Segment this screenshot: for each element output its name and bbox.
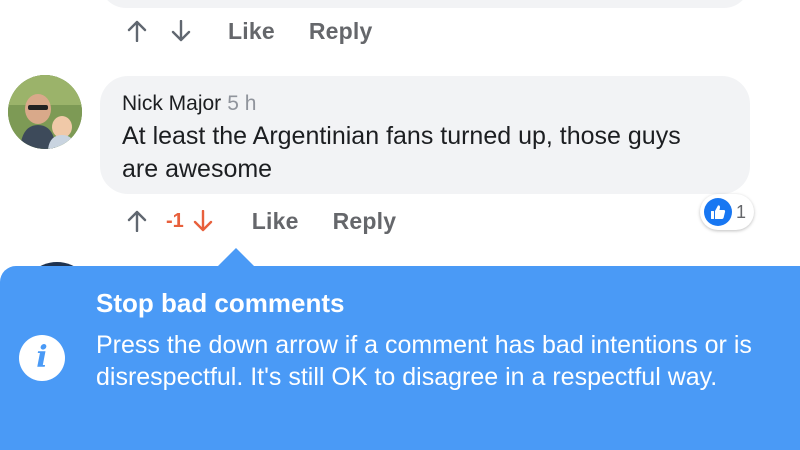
avatar-photo <box>8 75 82 149</box>
comment-header: Nick Major 5 h <box>122 90 750 118</box>
comment-timestamp[interactable]: 5 h <box>227 92 256 115</box>
tooltip-caret <box>216 248 256 268</box>
downvote-button[interactable] <box>166 16 196 46</box>
arrow-down-icon <box>171 20 191 42</box>
reaction-badge[interactable]: 1 <box>700 194 755 230</box>
tooltip-title: Stop bad comments <box>96 288 345 318</box>
vote-score: -1 <box>166 209 184 232</box>
arrow-down-icon <box>193 210 212 232</box>
reaction-count: 1 <box>736 201 747 222</box>
arrow-up-icon <box>127 210 147 232</box>
previous-comment-bubble <box>100 0 750 8</box>
tooltip-body: Press the down arrow if a comment has ba… <box>96 331 752 391</box>
upvote-button[interactable] <box>122 206 152 236</box>
downvote-button[interactable] <box>188 206 218 236</box>
comment-actions: -1 Like Reply <box>122 204 396 238</box>
reply-button[interactable]: Reply <box>333 208 397 235</box>
like-button[interactable]: Like <box>252 208 299 235</box>
upvote-button[interactable] <box>122 16 152 46</box>
comment-text: At least the Argentinian fans turned up,… <box>122 122 681 183</box>
previous-comment-actions: Like Reply <box>122 14 372 48</box>
comment-bubble: Nick Major 5 h At least the Argentinian f… <box>100 76 750 194</box>
arrow-up-icon <box>127 20 147 42</box>
reply-button[interactable]: Reply <box>309 18 373 45</box>
like-button[interactable]: Like <box>228 18 275 45</box>
author-name[interactable]: Nick Major <box>122 92 221 115</box>
avatar[interactable] <box>8 75 82 149</box>
thumbs-up-icon <box>704 198 732 226</box>
info-icon: i <box>19 335 65 381</box>
